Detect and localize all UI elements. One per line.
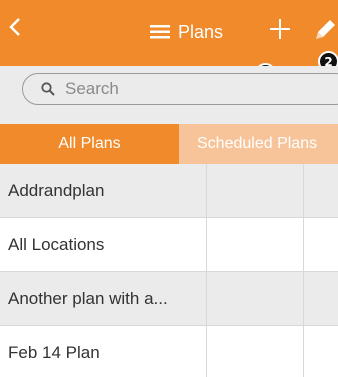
table-row[interactable]: Addrandplan xyxy=(0,164,338,218)
tab-scheduled-plans[interactable]: Scheduled Plans xyxy=(179,124,338,164)
table-cell xyxy=(207,164,304,217)
table-cell xyxy=(207,272,304,325)
table-cell xyxy=(304,326,338,377)
table-row[interactable]: Feb 14 Plan xyxy=(0,326,338,377)
list-icon xyxy=(150,25,170,39)
back-button[interactable] xyxy=(2,14,28,40)
plus-icon xyxy=(270,19,290,39)
page-title: Plans xyxy=(178,21,224,42)
plan-tabs: All Plans Scheduled Plans xyxy=(0,124,338,164)
search-bar: Search xyxy=(0,66,338,124)
chevron-left-icon xyxy=(9,18,20,36)
pencil-icon xyxy=(316,20,335,39)
header-bar: Plans xyxy=(0,0,338,66)
edit-button[interactable] xyxy=(308,13,338,47)
add-plan-button[interactable] xyxy=(265,14,295,44)
page-title-group: Plans xyxy=(150,19,223,45)
plan-name: Another plan with a... xyxy=(0,272,207,325)
table-cell xyxy=(207,326,304,377)
table-cell xyxy=(207,218,304,271)
plan-name: All Locations xyxy=(0,218,207,271)
plan-name: Feb 14 Plan xyxy=(0,326,207,377)
plan-name: Addrandplan xyxy=(0,164,207,217)
search-placeholder: Search xyxy=(65,79,119,98)
plans-table: Addrandplan All Locations Another plan w… xyxy=(0,164,338,377)
table-cell xyxy=(304,218,338,271)
table-row[interactable]: Another plan with a... xyxy=(0,272,338,326)
table-cell xyxy=(304,272,338,325)
tab-all-plans[interactable]: All Plans xyxy=(0,124,179,164)
table-cell xyxy=(304,164,338,217)
table-row[interactable]: All Locations xyxy=(0,218,338,272)
search-icon xyxy=(41,82,55,96)
search-input[interactable]: Search xyxy=(22,73,338,105)
